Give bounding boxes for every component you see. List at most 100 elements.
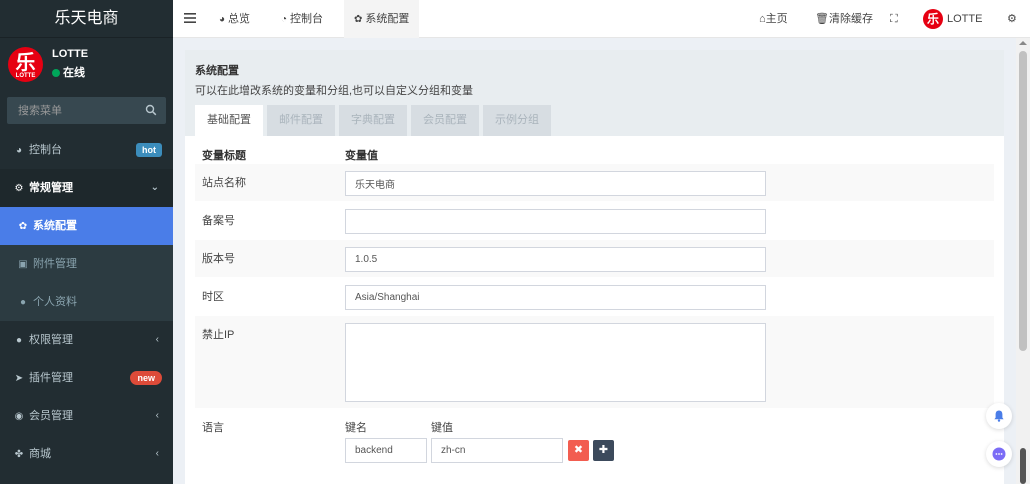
page-title: 系统配置	[195, 65, 239, 77]
site-name-input[interactable]	[345, 171, 766, 196]
fullscreen-icon: ⛶	[890, 13, 898, 25]
language-key-input[interactable]	[345, 438, 427, 463]
sidebar-item-general[interactable]: ⚙ 常规管理 ⌄	[0, 169, 173, 207]
tab-basic[interactable]: 基础配置	[195, 105, 263, 136]
sidebar-item-label: 商城	[29, 448, 51, 460]
tab-email[interactable]: 邮件配置	[267, 105, 335, 136]
tab-label: 控制台	[290, 13, 324, 25]
config-panel: 系统配置 可以在此增改系统的变量和分组,也可以自定义分组和变量 基础配置 邮件配…	[185, 50, 1004, 484]
search-box	[7, 97, 166, 124]
gear-icon: ✿	[354, 14, 363, 25]
tab-system-config[interactable]: ✿ 系统配置	[344, 0, 420, 38]
form-row-site-name: 站点名称	[195, 163, 994, 201]
field-label: 语言	[202, 422, 224, 434]
cogs-icon: ⚙	[1007, 13, 1017, 25]
sidebar-item-permissions[interactable]: ● 权限管理 ‹	[0, 321, 173, 359]
home-label: 主页	[765, 13, 788, 25]
sidebar-item-label: 权限管理	[29, 334, 73, 346]
language-value-input[interactable]	[431, 438, 563, 463]
avatar-sub: LOTTE	[15, 73, 36, 79]
tab-dashboard[interactable]: ◔ 控制台	[271, 0, 333, 38]
sidebar-item-profile[interactable]: ● 个人资料	[0, 283, 173, 321]
field-label: 时区	[202, 291, 224, 303]
avatar-char: 乐	[15, 52, 36, 74]
remove-pair-button[interactable]: ✖	[568, 440, 589, 461]
timezone-input[interactable]	[345, 285, 766, 310]
sidebar-item-label: 系统配置	[33, 220, 77, 232]
field-label: 备案号	[202, 215, 235, 227]
icp-input[interactable]	[345, 209, 766, 234]
chevron-left-icon: ‹	[155, 334, 159, 345]
field-label: 版本号	[202, 253, 235, 265]
panel-header: 系统配置 可以在此增改系统的变量和分组,也可以自定义分组和变量 基础配置 邮件配…	[185, 50, 1004, 136]
form-row-forbidden-ip: 禁止IP	[195, 315, 994, 408]
add-pair-button[interactable]: ✚	[593, 440, 614, 461]
tab-example[interactable]: 示例分组	[483, 105, 551, 136]
chat-button[interactable]	[986, 441, 1012, 467]
chevron-left-icon: ‹	[155, 448, 159, 459]
tab-label: 系统配置	[365, 13, 410, 25]
trash-icon: 🗑	[815, 13, 829, 25]
sidebar-item-members[interactable]: ◉ 会员管理 ‹	[0, 397, 173, 435]
forbidden-ip-textarea[interactable]	[345, 323, 766, 402]
user-menu[interactable]: 乐 LOTTE	[923, 0, 982, 38]
fullscreen-button[interactable]: ⛶	[890, 0, 898, 38]
rocket-icon: ➤	[14, 373, 24, 384]
tab-overview[interactable]: ◕ 总览	[209, 0, 260, 38]
sidebar-item-attachments[interactable]: ▣ 附件管理	[0, 245, 173, 283]
key-header: 键名	[345, 422, 367, 434]
field-label: 站点名称	[202, 177, 246, 189]
content-area: 系统配置 可以在此增改系统的变量和分组,也可以自定义分组和变量 基础配置 邮件配…	[173, 38, 1016, 484]
sidebar-item-label: 个人资料	[33, 296, 77, 308]
form-row-version: 版本号	[195, 239, 994, 277]
search-icon[interactable]	[145, 104, 157, 116]
field-label: 禁止IP	[202, 329, 235, 341]
notification-button[interactable]	[986, 403, 1012, 429]
form-row-language: 语言 键名 键值 ✖ ✚	[195, 408, 994, 478]
clear-cache-button[interactable]: 🗑清除缓存	[815, 0, 873, 38]
form-row-icp: 备案号	[195, 201, 994, 239]
scroll-up-icon[interactable]	[1019, 41, 1027, 45]
avatar: 乐 LOTTE	[8, 47, 43, 82]
config-form: 变量标题 变量值 站点名称 备案号 版本号 时区 禁止IP	[195, 136, 994, 478]
chevron-left-icon: ‹	[155, 410, 159, 421]
top-navbar: ◕ 总览 ◔ 控制台 ✿ 系统配置 ⌂主页 🗑清除缓存 ⛶ 乐 LOTTE ⚙	[173, 0, 1030, 38]
plus-icon: ✚	[598, 444, 609, 456]
brand-logo[interactable]: 乐天电商	[0, 0, 173, 38]
settings-button[interactable]: ⚙	[1007, 0, 1017, 38]
sidebar-item-label: 插件管理	[29, 372, 73, 384]
version-input[interactable]	[345, 247, 766, 272]
sidebar-item-shop[interactable]: ✤ 商城 ‹	[0, 435, 173, 473]
menu-toggle-icon[interactable]	[184, 12, 196, 24]
form-header-row: 变量标题 变量值	[195, 136, 994, 163]
scroll-thumb[interactable]	[1019, 51, 1027, 351]
online-dot-icon	[52, 69, 60, 77]
home-link[interactable]: ⌂主页	[759, 0, 788, 38]
clear-cache-label: 清除缓存	[828, 13, 873, 25]
page-description: 可以在此增改系统的变量和分组,也可以自定义分组和变量	[195, 85, 474, 97]
sidebar-item-label: 会员管理	[29, 410, 73, 422]
user-status: 在线	[52, 64, 85, 80]
sidebar-item-plugins[interactable]: ➤ 插件管理 new	[0, 359, 173, 397]
header-title: 变量标题	[202, 150, 246, 162]
search-input[interactable]	[7, 97, 166, 124]
hot-badge: hot	[136, 143, 162, 157]
user-name: LOTTE	[52, 48, 89, 60]
config-tabs: 基础配置 邮件配置 字典配置 会员配置 示例分组	[195, 105, 555, 136]
tab-dictionary[interactable]: 字典配置	[339, 105, 407, 136]
sidebar-item-label: 附件管理	[33, 258, 77, 270]
sidebar-search	[0, 91, 173, 131]
user-panel: 乐 LOTTE LOTTE 在线	[0, 38, 173, 91]
dashboard-icon: ◔	[281, 14, 288, 25]
sidebar-item-system-config[interactable]: ✿ 系统配置	[0, 207, 173, 245]
sidebar-item-dashboard[interactable]: ◕ 控制台 hot	[0, 131, 173, 169]
sidebar-menu: ◕ 控制台 hot ⚙ 常规管理 ⌄ ✿ 系统配置 ▣ 附件管理 ● 个人资料 ● 权限管理 ‹ …	[0, 131, 173, 473]
user-status-text: 在线	[63, 67, 85, 79]
new-badge: new	[130, 371, 162, 385]
scroll-thumb-secondary[interactable]	[1020, 448, 1026, 484]
page-scrollbar[interactable]	[1016, 38, 1030, 484]
chat-icon	[992, 447, 1006, 461]
value-header: 键值	[431, 422, 453, 434]
tab-member[interactable]: 会员配置	[411, 105, 479, 136]
close-icon: ✖	[573, 444, 584, 456]
